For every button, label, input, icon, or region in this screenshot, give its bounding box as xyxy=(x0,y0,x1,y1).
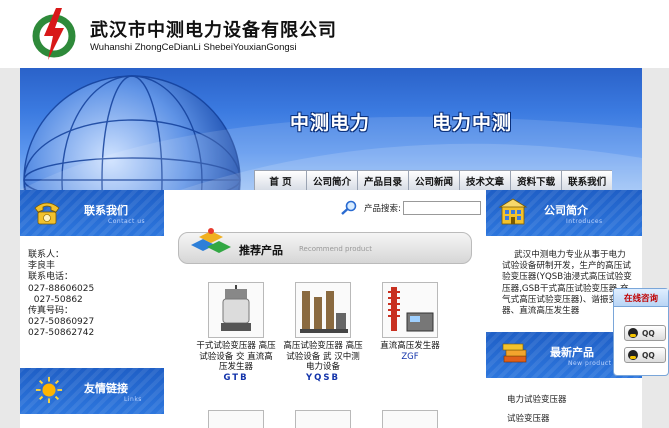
books-icon xyxy=(502,343,527,363)
contact-info: 联系人： 李良丰 联系电话： 027-88606025 027-50862 传真… xyxy=(28,250,148,340)
recommend-title: 推荐产品 xyxy=(239,244,283,257)
links-section-subtitle: Links xyxy=(124,396,142,403)
company-name-en: Wuhanshi ZhongCeDianLi ShebeiYouxianGong… xyxy=(90,42,297,53)
intro-section-subtitle: Introduces xyxy=(566,218,603,225)
contact-line: 传真号码： xyxy=(28,306,74,317)
contact-section-header: 联系我们 Contact us xyxy=(20,190,164,236)
qq-penguin-icon xyxy=(628,350,638,360)
product-name[interactable]: 直流高压发生器 xyxy=(370,341,450,352)
contact-section-title: 联系我们 xyxy=(84,204,128,217)
product-code[interactable]: GTB xyxy=(196,373,276,383)
contact-line: 027-50860927 xyxy=(28,317,95,328)
contact-line: 027-50862742 xyxy=(28,328,95,339)
contact-line: 027-88606025 xyxy=(28,283,95,294)
nav-item-articles[interactable]: 技术文章 xyxy=(459,170,511,190)
recommend-header: 推荐产品 Recommend product xyxy=(178,228,472,264)
intro-section-title: 公司简介 xyxy=(544,204,588,217)
contact-section-subtitle: Contact us xyxy=(108,218,146,225)
magnifier-icon xyxy=(341,200,357,215)
product-code[interactable]: YQSB xyxy=(283,373,363,383)
product-search: 产品搜索: xyxy=(340,200,481,216)
sun-icon xyxy=(35,376,63,404)
qq-button-label: QQ xyxy=(642,350,655,360)
site-header: 武汉市中测电力设备有限公司 Wuhanshi ZhongCeDianLi She… xyxy=(0,0,669,68)
blocks-icon xyxy=(191,228,231,253)
main-nav: 首 页 公司简介 产品目录 公司新闻 技术文章 资料下载 联系我们 xyxy=(254,170,613,190)
search-input[interactable] xyxy=(402,201,481,215)
product-name[interactable]: 干式试验变压器 高压试验设备 交 直流高压发生器 xyxy=(196,341,276,373)
test-equipment-icon xyxy=(300,291,348,333)
product-image[interactable] xyxy=(295,282,351,338)
product-card[interactable]: 干式试验变压器 高压试验设备 交 直流高压发生器 GTB xyxy=(196,282,276,383)
qq-contact-button[interactable]: QQ xyxy=(624,347,666,363)
product-card[interactable]: 高压试验变压器 高压试验设备 武 汉中测电力设备 YQSB xyxy=(283,282,363,383)
contact-line: 联系人： xyxy=(28,250,65,260)
nav-item-products[interactable]: 产品目录 xyxy=(357,170,409,190)
nav-item-about[interactable]: 公司简介 xyxy=(306,170,358,190)
news-item[interactable]: 试验变压器 xyxy=(507,412,550,424)
contact-line: 027-50862 xyxy=(28,294,83,305)
news-section-title: 最新产品 xyxy=(550,346,594,359)
product-image[interactable] xyxy=(208,410,264,428)
online-service-widget: 在线咨询 QQ QQ xyxy=(613,288,669,376)
transformer-icon xyxy=(221,285,251,331)
qq-contact-button[interactable]: QQ xyxy=(624,325,666,341)
links-section-header: 友情链接 Links xyxy=(20,368,164,414)
nav-item-contact[interactable]: 联系我们 xyxy=(561,170,613,190)
contact-line: 李良丰 xyxy=(28,261,56,272)
recommend-subtitle: Recommend product xyxy=(299,245,372,253)
company-logo-icon xyxy=(32,8,76,60)
nav-item-home[interactable]: 首 页 xyxy=(254,170,306,190)
product-image[interactable] xyxy=(382,410,438,428)
telephone-icon xyxy=(34,202,60,225)
nav-item-news[interactable]: 公司新闻 xyxy=(408,170,460,190)
banner-slogan-1: 中测电力 xyxy=(290,112,371,134)
product-code[interactable]: ZGF xyxy=(370,352,450,362)
nav-item-downloads[interactable]: 资料下载 xyxy=(510,170,562,190)
qq-button-label: QQ xyxy=(642,328,655,338)
banner-slogan-2: 电力中测 xyxy=(432,112,513,134)
product-card[interactable]: 直流高压发生器 ZGF xyxy=(370,282,450,362)
links-section-title: 友情链接 xyxy=(84,382,128,395)
news-section-subtitle: New product xyxy=(568,360,612,367)
online-service-title: 在线咨询 xyxy=(614,289,668,307)
search-label: 产品搜索: xyxy=(364,204,401,214)
product-image[interactable] xyxy=(208,282,264,338)
news-item[interactable]: 电力试验变压器 xyxy=(507,393,567,405)
qq-penguin-icon xyxy=(628,328,638,338)
building-icon xyxy=(498,198,528,225)
product-image[interactable] xyxy=(295,410,351,428)
product-image[interactable] xyxy=(382,282,438,338)
dc-generator-icon xyxy=(388,287,434,332)
contact-line: 联系电话： xyxy=(28,272,74,283)
company-name-cn: 武汉市中测电力设备有限公司 xyxy=(90,20,337,41)
intro-section-header: 公司简介 Introduces xyxy=(486,190,642,236)
product-name[interactable]: 高压试验变压器 高压试验设备 武 汉中测电力设备 xyxy=(283,341,363,373)
